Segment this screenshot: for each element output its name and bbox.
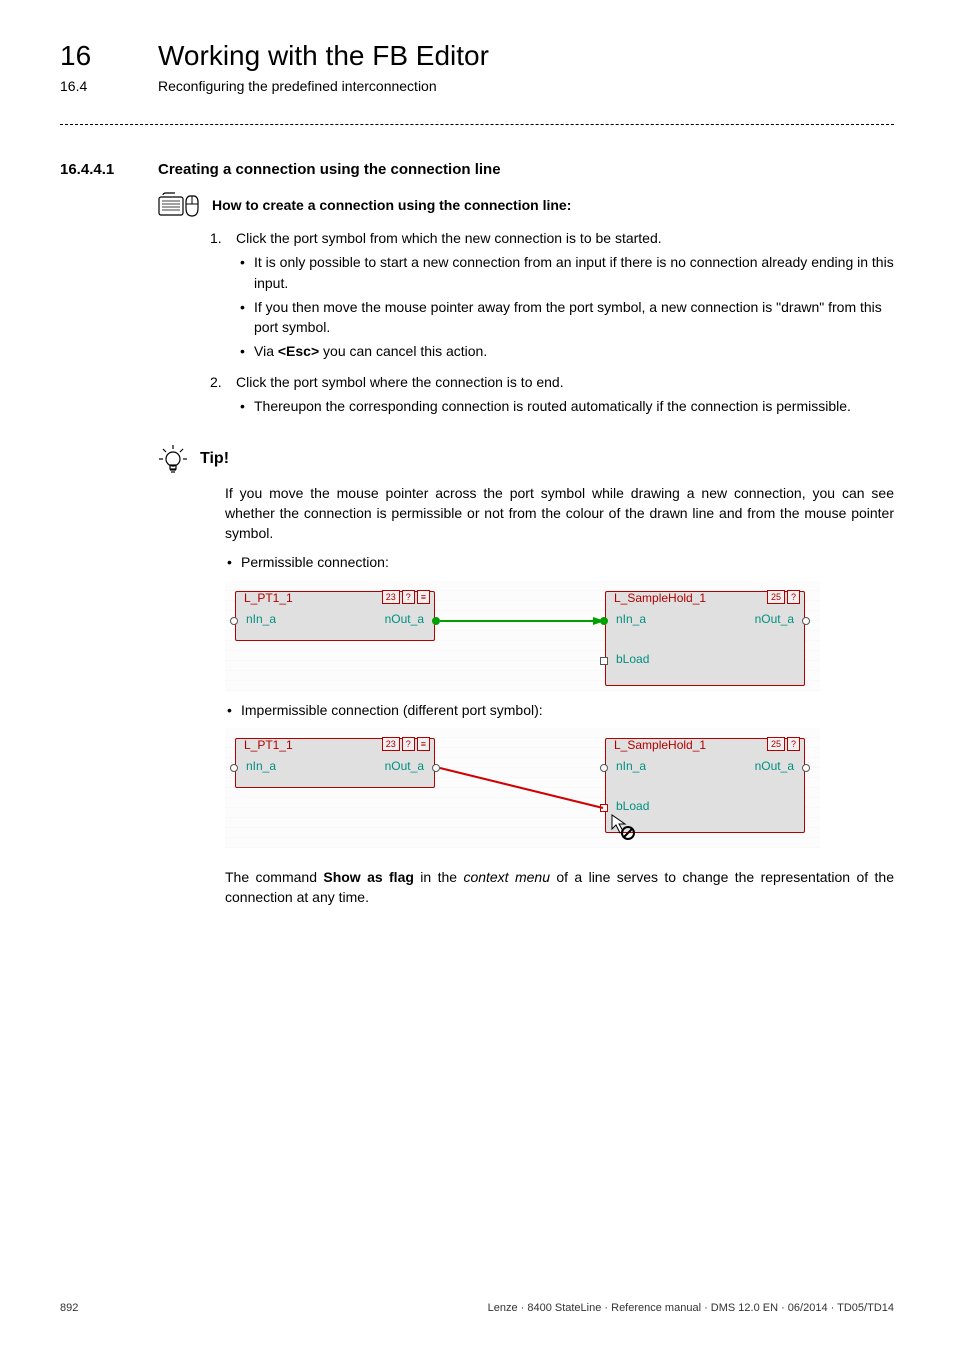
footer-paragraph: The command Show as flag in the context … (225, 868, 894, 907)
section-number: 16.4 (60, 78, 120, 94)
port-bload: bLoad (616, 652, 649, 666)
badge-help-2: ? (787, 590, 800, 604)
connection-line-red (225, 728, 820, 848)
tip-body-text: If you move the mouse pointer across the… (225, 484, 894, 543)
subsection-number: 16.4.4.1 (60, 161, 128, 178)
port-in-circle (230, 617, 238, 625)
step-1-text: Click the port symbol from which the new… (236, 230, 662, 246)
page-number: 892 (60, 1302, 78, 1314)
doc-info: Lenze · 8400 StateLine · Reference manua… (488, 1302, 894, 1314)
port-nout-a: nOut_a (385, 612, 424, 626)
lightbulb-icon (158, 444, 188, 474)
badge-help: ? (402, 590, 415, 604)
chapter-number: 16 (60, 40, 120, 72)
step-1-sub-1: It is only possible to start a new conne… (236, 252, 894, 293)
badge-menu: ≡ (417, 590, 430, 604)
footer-prefix: The command (225, 869, 323, 885)
howto-heading: How to create a connection using the con… (212, 197, 571, 213)
subsection-title: Creating a connection using the connecti… (158, 161, 501, 178)
step-1-sub-3: Via <Esc> you can cancel this action. (236, 341, 894, 361)
port-out-circle (432, 617, 440, 625)
cursor-forbidden-icon (610, 813, 638, 841)
block-pt1: L_PT1_1 23 ? ≡ nIn_a nOut_a (235, 591, 435, 641)
step-2-sub-1: Thereupon the corresponding connection i… (236, 396, 894, 416)
step-2-text: Click the port symbol where the connecti… (236, 374, 564, 390)
permissible-label: Permissible connection: (225, 553, 894, 573)
port-nin-a-2: nIn_a (616, 612, 646, 626)
block-samplehold: L_SampleHold_1 25 ? nIn_a nOut_a bLoad (605, 591, 805, 686)
impermissible-label: Impermissible connection (different port… (225, 701, 894, 721)
chapter-title: Working with the FB Editor (158, 40, 489, 72)
step-1-sub-3-prefix: Via (254, 343, 278, 359)
step-1-sub-2: If you then move the mouse pointer away … (236, 297, 894, 338)
block-samplehold-badges: 25 ? (767, 590, 800, 604)
footer-mid: in the (414, 869, 464, 885)
section-title: Reconfiguring the predefined interconnec… (158, 78, 437, 94)
esc-key: <Esc> (278, 343, 319, 359)
port-out-circle-2 (802, 617, 810, 625)
context-menu: context menu (463, 869, 550, 885)
block-pt1-title: L_PT1_1 (242, 591, 295, 605)
port-bload-square (600, 657, 608, 665)
tip-label: Tip! (200, 450, 229, 468)
port-nin-a: nIn_a (246, 612, 276, 626)
badge-25: 25 (767, 590, 785, 604)
show-as-flag: Show as flag (323, 869, 414, 885)
arrow-head-icon (593, 614, 607, 628)
steps-list: Click the port symbol from which the new… (210, 228, 894, 416)
mouse-procedure-icon (158, 192, 202, 218)
badge-23: 23 (382, 590, 400, 604)
block-pt1-badges: 23 ? ≡ (382, 590, 430, 604)
diagram-impermissible: L_PT1_1 23 ? ≡ nIn_a nOut_a L_SampleHold… (225, 728, 820, 848)
step-1-sub-3-suffix: you can cancel this action. (319, 343, 487, 359)
divider (60, 124, 894, 125)
block-samplehold-title: L_SampleHold_1 (612, 591, 708, 605)
port-nout-a-2: nOut_a (755, 612, 794, 626)
diagram-permissible: L_PT1_1 23 ? ≡ nIn_a nOut_a L_SampleHold… (225, 581, 820, 691)
connection-line-green (440, 620, 602, 622)
